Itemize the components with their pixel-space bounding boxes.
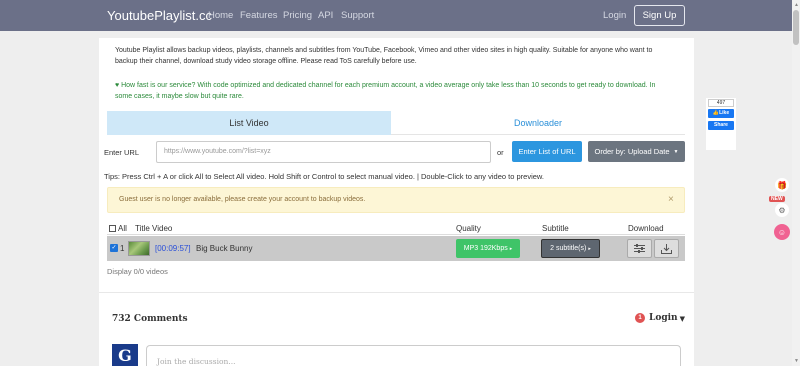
intro-description: Youtube Playlist allows backup videos, p… [115,47,653,65]
download-icon [661,243,672,254]
facebook-like-count: 497 [708,99,734,107]
order-by-label: Order by: Upload Date [594,147,670,156]
avatar: G [112,344,138,366]
signup-button[interactable]: Sign Up [634,5,685,26]
brand-logo[interactable]: YoutubePlaylist.cc [107,8,212,23]
nav-link-home[interactable]: Home [208,10,233,21]
smile-icon[interactable]: ☺ [774,224,790,240]
navbar: YoutubePlaylist.cc Home Features Pricing… [0,0,792,31]
scroll-thumb[interactable] [793,10,799,45]
select-all-header[interactable]: All [109,224,127,233]
tips-text: Tips: Press Ctrl + A or click All to Sel… [104,172,544,181]
header-subtitle: Subtitle [542,224,569,233]
tab-list-video[interactable]: List Video [107,111,391,135]
video-duration[interactable]: [00:09:57] [155,244,191,253]
header-divider [107,234,685,235]
row-index: 1 [120,244,125,253]
select-all-checkbox[interactable] [109,225,116,232]
caret-down-icon: ▼ [673,148,679,155]
comments-divider [99,292,694,293]
header-quality: Quality [456,224,481,233]
subtitle-label: 2 subtitle(s) [550,245,587,252]
header-title: Title Video [135,224,173,233]
gift-icon[interactable]: 🎁 [774,177,790,193]
chevron-right-icon: ▸ [509,245,513,252]
order-by-dropdown[interactable]: Order by: Upload Date ▼ [588,141,685,162]
alert-message: Guest user is no longer available, pleas… [119,196,366,203]
subtitle-button[interactable]: 2 subtitle(s) ▸ [541,239,600,258]
nav-link-features[interactable]: Features [240,10,278,21]
video-thumbnail[interactable] [128,241,150,256]
quality-button[interactable]: MP3 192Kbps ▸ [456,239,520,258]
enter-url-label: Enter URL [104,148,140,157]
heart-icon: ♥ [115,82,120,89]
page-scrollbar[interactable]: ▲ ▼ [792,0,800,366]
guest-alert: Guest user is no longer available, pleas… [107,187,685,213]
facebook-share-button[interactable]: Share [708,121,734,130]
nav-link-support[interactable]: Support [341,10,374,21]
speed-notice: ♥ How fast is our service? With code opt… [115,80,660,102]
tab-downloader[interactable]: Downloader [391,111,685,135]
chevron-right-icon: ▸ [588,245,591,252]
video-title[interactable]: Big Buck Bunny [196,244,252,253]
facebook-widget: 497 👍Like Share [706,98,736,150]
select-all-label: All [118,224,127,233]
comments-count: 732 Comments [112,314,188,324]
table-row[interactable]: ✓ 1 [00:09:57] Big Buck Bunny MP3 192Kbp… [107,236,685,261]
close-icon[interactable]: × [668,194,674,205]
nav-link-pricing[interactable]: Pricing [283,10,312,21]
checkbox-checked-icon[interactable]: ✓ [110,244,118,252]
scroll-down-icon[interactable]: ▼ [794,358,799,364]
comments-login[interactable]: 1 Login ▼ [635,313,685,323]
scroll-up-icon[interactable]: ▲ [794,2,799,8]
quality-label: MP3 192Kbps [463,245,508,252]
gear-icon[interactable]: ⚙ [774,202,790,218]
download-options-button[interactable] [627,239,652,258]
facebook-like-label: Like [719,110,730,116]
display-count: Display 0/0 videos [107,267,168,276]
comments-login-label[interactable]: Login [649,313,678,323]
discussion-input[interactable]: Join the discussion... [146,345,681,366]
nav-login-link[interactable]: Login [603,10,626,21]
url-input[interactable]: https://www.youtube.com/?list=xyz [156,141,491,163]
facebook-like-button[interactable]: 👍Like [708,109,734,118]
sliders-icon [634,244,645,253]
download-button[interactable] [654,239,679,258]
header-download: Download [628,224,664,233]
nav-link-api[interactable]: API [318,10,333,21]
or-label: or [497,148,504,157]
speed-notice-text: How fast is our service? With code optim… [115,82,656,100]
caret-down-icon: ▼ [679,313,685,323]
enter-list-button[interactable]: Enter List of URL [512,141,582,162]
notification-badge[interactable]: 1 [635,313,645,323]
